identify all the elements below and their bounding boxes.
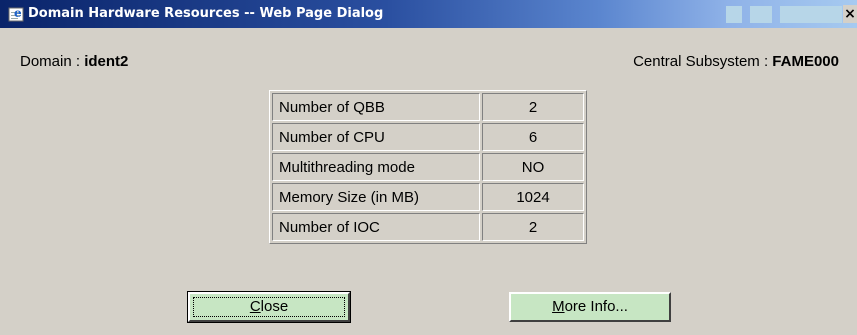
domain-value: ident2 (84, 53, 129, 70)
focus-rectangle (193, 297, 345, 317)
title-bar-strip (750, 6, 772, 23)
resource-value: 2 (482, 213, 584, 241)
resource-label: Number of IOC (272, 213, 480, 241)
resource-value: 2 (482, 93, 584, 121)
central-subsystem-value: FAME000 (772, 53, 839, 70)
title-bar-strip (726, 6, 742, 23)
central-subsystem-label: Central Subsystem : (633, 53, 773, 70)
resource-value: 1024 (482, 183, 584, 211)
resource-label: Memory Size (in MB) (272, 183, 480, 211)
table-row: Number of QBB 2 (272, 93, 584, 121)
ie-dialog-icon: e (8, 6, 24, 22)
resource-label: Number of QBB (272, 93, 480, 121)
title-bar[interactable]: e Domain Hardware Resources -- Web Page … (0, 0, 857, 28)
more-info-button[interactable]: More Info... (509, 292, 671, 322)
resource-label: Multithreading mode (272, 153, 480, 181)
resource-label: Number of CPU (272, 123, 480, 151)
domain-label: Domain : (20, 53, 85, 70)
central-subsystem-info: Central Subsystem : FAME000 (633, 53, 839, 70)
hardware-resources-table: Number of QBB 2 Number of CPU 6 Multithr… (269, 90, 587, 244)
resource-value: 6 (482, 123, 584, 151)
table-row: Memory Size (in MB) 1024 (272, 183, 584, 211)
close-button[interactable]: Close (187, 291, 351, 323)
svg-text:e: e (14, 6, 22, 20)
more-info-button-mnemonic: M (552, 298, 565, 315)
close-window-button[interactable]: × (843, 5, 857, 23)
title-bar-strip (780, 6, 842, 23)
window-title: Domain Hardware Resources -- Web Page Di… (28, 6, 384, 21)
table-row: Multithreading mode NO (272, 153, 584, 181)
table-row: Number of IOC 2 (272, 213, 584, 241)
resource-value: NO (482, 153, 584, 181)
table-row: Number of CPU 6 (272, 123, 584, 151)
more-info-button-label: ore Info... (564, 298, 628, 315)
domain-info: Domain : ident2 (20, 53, 128, 70)
